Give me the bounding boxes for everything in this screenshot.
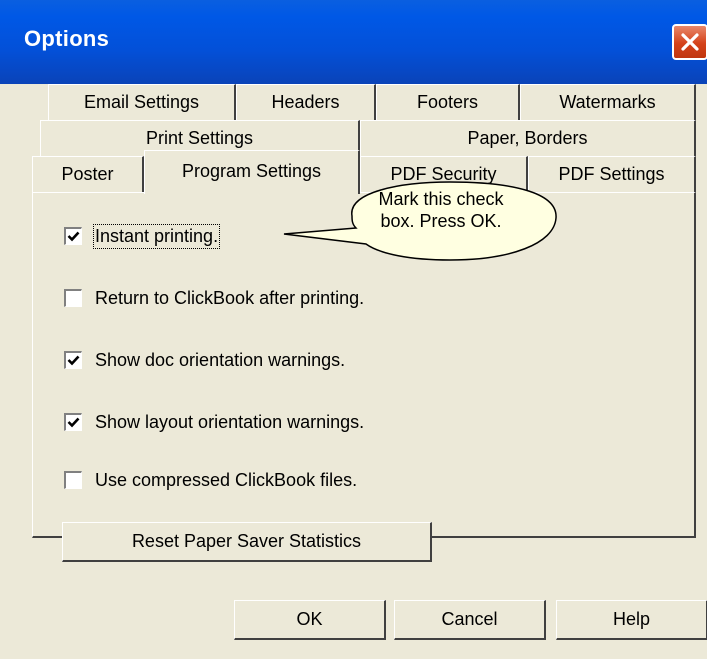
tab-watermarks[interactable]: Watermarks: [520, 84, 696, 120]
option-doc-orientation-warnings[interactable]: Show doc orientation warnings.: [64, 346, 345, 374]
checkmark-icon: [67, 355, 80, 366]
options-dialog: Options Email Settings Headers Footers W…: [0, 0, 707, 659]
checkmark-icon: [67, 417, 80, 428]
callout-line-2: box. Press OK.: [380, 211, 502, 231]
compressed-files-label[interactable]: Use compressed ClickBook files.: [95, 470, 357, 491]
checkmark-icon: [67, 231, 80, 242]
tab-poster[interactable]: Poster: [32, 156, 144, 192]
tab-paper-borders[interactable]: Paper, Borders: [360, 120, 696, 156]
tab-email-settings[interactable]: Email Settings: [48, 84, 236, 120]
callout-line-1: Mark this check: [378, 189, 504, 209]
return-to-clickbook-label[interactable]: Return to ClickBook after printing.: [95, 288, 364, 309]
cancel-button[interactable]: Cancel: [394, 600, 546, 640]
title-bar[interactable]: Options: [0, 0, 707, 84]
doc-orientation-warnings-label[interactable]: Show doc orientation warnings.: [95, 350, 345, 371]
option-layout-orientation-warnings[interactable]: Show layout orientation warnings.: [64, 408, 364, 436]
instant-printing-checkbox[interactable]: [64, 227, 82, 245]
layout-orientation-warnings-checkbox[interactable]: [64, 413, 82, 431]
reset-paper-saver-statistics-button[interactable]: Reset Paper Saver Statistics: [62, 522, 432, 562]
tab-headers[interactable]: Headers: [236, 84, 376, 120]
callout-text: Mark this check box. Press OK.: [346, 188, 536, 232]
close-button[interactable]: [672, 24, 707, 60]
tab-footers[interactable]: Footers: [376, 84, 520, 120]
option-compressed-files[interactable]: Use compressed ClickBook files.: [64, 466, 357, 494]
ok-button[interactable]: OK: [234, 600, 386, 640]
help-button[interactable]: Help: [556, 600, 707, 640]
option-instant-printing[interactable]: Instant printing.: [64, 222, 221, 250]
option-return-to-clickbook[interactable]: Return to ClickBook after printing.: [64, 284, 364, 312]
window-title: Options: [24, 26, 110, 51]
close-icon: [681, 33, 699, 51]
doc-orientation-warnings-checkbox[interactable]: [64, 351, 82, 369]
instant-printing-label[interactable]: Instant printing.: [92, 223, 221, 249]
compressed-files-checkbox[interactable]: [64, 471, 82, 489]
return-to-clickbook-checkbox[interactable]: [64, 289, 82, 307]
layout-orientation-warnings-label[interactable]: Show layout orientation warnings.: [95, 412, 364, 433]
